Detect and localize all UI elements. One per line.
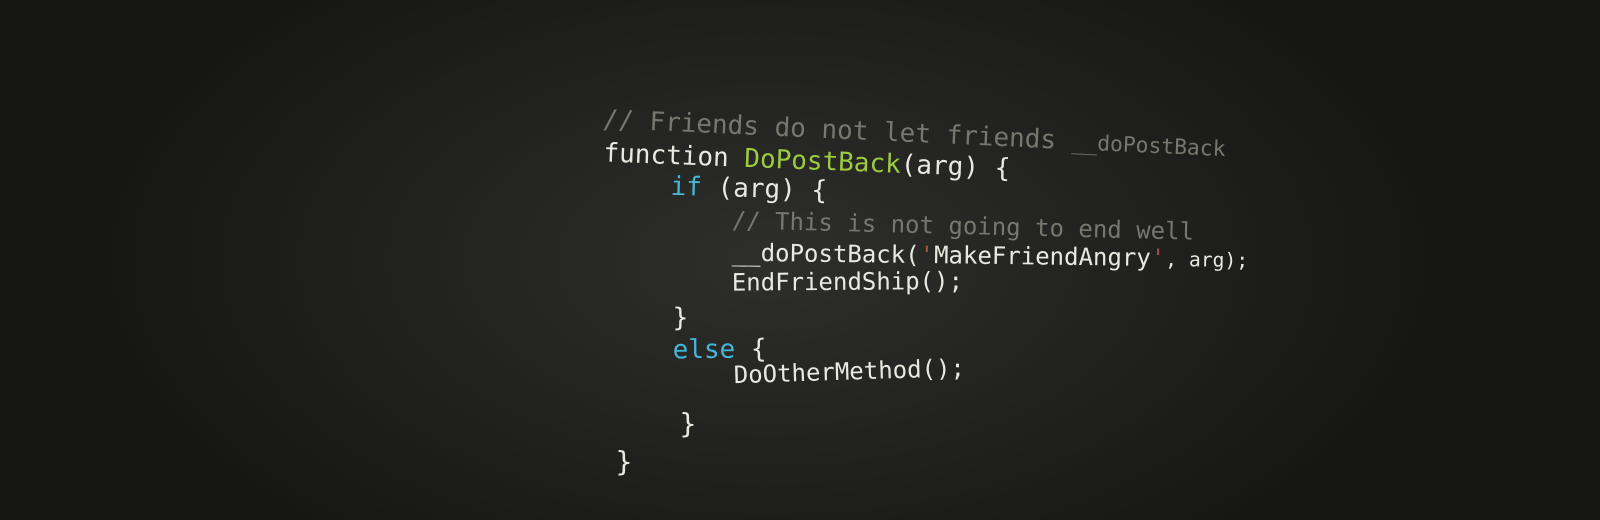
end-friendship-call: EndFriendShip(); (731, 266, 964, 297)
do-other-call: DoOtherMethod(); (733, 353, 966, 390)
code-dootter-line: DoOtherMethod(); (675, 332, 966, 413)
postback-arg: MakeFriendAngry (933, 241, 1151, 272)
code-photo: // Friends do not let friends __doPostBa… (0, 0, 1600, 520)
code-close-function-line: } (548, 420, 632, 504)
code-endfriendship-line: EndFriendShip(); (674, 245, 963, 319)
postback-args-end: , arg); (1165, 248, 1249, 273)
function-signature: (arg) { (900, 149, 1011, 185)
close-function-brace: } (615, 445, 633, 478)
close-else-brace: } (679, 407, 697, 440)
comment-tail: __doPostBack (1071, 130, 1227, 163)
quote-close: ' (1150, 243, 1166, 273)
